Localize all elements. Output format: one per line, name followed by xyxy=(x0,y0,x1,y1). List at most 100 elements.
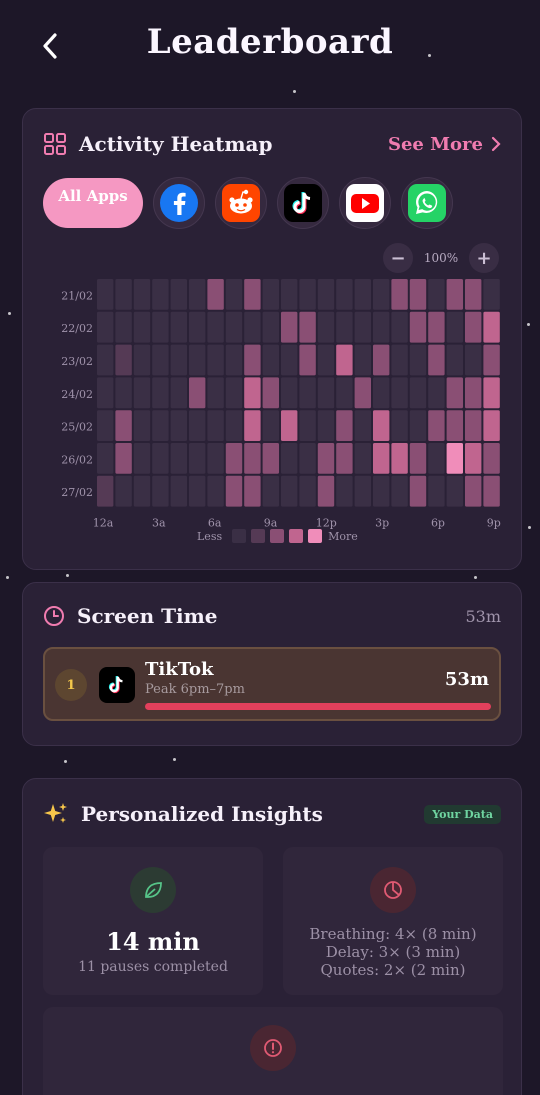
all-apps-chip[interactable]: All Apps xyxy=(43,178,143,228)
heatmap-cell[interactable] xyxy=(152,377,169,409)
heatmap-cell[interactable] xyxy=(391,410,408,441)
heatmap-cell[interactable] xyxy=(189,410,206,441)
heatmap-cell[interactable] xyxy=(281,377,298,409)
heatmap-cell[interactable] xyxy=(97,475,114,507)
heatmap-cell[interactable] xyxy=(409,311,427,343)
heatmap-cell[interactable] xyxy=(207,311,224,343)
heatmap-cell[interactable] xyxy=(189,443,206,474)
heatmap-cell[interactable] xyxy=(391,344,408,376)
heatmap-cell[interactable] xyxy=(152,279,169,310)
heatmap-cell[interactable] xyxy=(354,344,371,376)
heatmap-cell[interactable] xyxy=(409,410,427,441)
heatmap-cell[interactable] xyxy=(225,344,243,376)
heatmap-cell[interactable] xyxy=(391,443,408,474)
heatmap-cell[interactable] xyxy=(281,311,298,343)
heatmap-cell[interactable] xyxy=(317,344,335,376)
heatmap-cell[interactable] xyxy=(133,344,151,376)
heatmap-cell[interactable] xyxy=(262,443,279,474)
heatmap-cell[interactable] xyxy=(170,443,187,474)
heatmap-cell[interactable] xyxy=(483,311,500,343)
heatmap-cell[interactable] xyxy=(189,279,206,310)
heatmap-cell[interactable] xyxy=(409,344,427,376)
heatmap-cell[interactable] xyxy=(115,311,132,343)
heatmap-cell[interactable] xyxy=(354,475,371,507)
heatmap-cell[interactable] xyxy=(152,410,169,441)
heatmap-cell[interactable] xyxy=(317,279,335,310)
heatmap-cell[interactable] xyxy=(97,279,114,310)
heatmap-cell[interactable] xyxy=(317,443,335,474)
heatmap-cell[interactable] xyxy=(428,410,445,441)
heatmap-cell[interactable] xyxy=(336,443,353,474)
heatmap-cell[interactable] xyxy=(373,279,390,310)
heatmap-cell[interactable] xyxy=(262,344,279,376)
heatmap-cell[interactable] xyxy=(189,344,206,376)
heatmap-cell[interactable] xyxy=(483,377,500,409)
heatmap-cell[interactable] xyxy=(225,475,243,507)
heatmap-cell[interactable] xyxy=(244,344,261,376)
heatmap-cell[interactable] xyxy=(207,377,224,409)
heatmap-cell[interactable] xyxy=(354,279,371,310)
heatmap-cell[interactable] xyxy=(391,377,408,409)
heatmap-cell[interactable] xyxy=(446,443,463,474)
heatmap-cell[interactable] xyxy=(299,410,316,441)
heatmap-cell[interactable] xyxy=(483,410,500,441)
youtube-filter-button[interactable] xyxy=(339,177,391,229)
heatmap-cell[interactable] xyxy=(354,410,371,441)
heatmap-cell[interactable] xyxy=(428,344,445,376)
heatmap-cell[interactable] xyxy=(446,279,463,310)
heatmap-cell[interactable] xyxy=(244,279,261,310)
whatsapp-filter-button[interactable] xyxy=(401,177,453,229)
heatmap-cell[interactable] xyxy=(97,377,114,409)
heatmap-cell[interactable] xyxy=(97,344,114,376)
heatmap-cell[interactable] xyxy=(373,475,390,507)
heatmap-cell[interactable] xyxy=(373,377,390,409)
heatmap-cell[interactable] xyxy=(133,475,151,507)
see-more-link[interactable]: See More xyxy=(388,134,501,155)
heatmap-cell[interactable] xyxy=(336,410,353,441)
screen-time-entry[interactable]: 1 TikTok Peak 6pm–7pm 53m xyxy=(43,647,501,721)
heatmap-cell[interactable] xyxy=(373,410,390,441)
heatmap-cell[interactable] xyxy=(225,311,243,343)
heatmap-cell[interactable] xyxy=(446,410,463,441)
heatmap-cell[interactable] xyxy=(262,410,279,441)
heatmap-cell[interactable] xyxy=(189,475,206,507)
heatmap-cell[interactable] xyxy=(428,377,445,409)
heatmap-cell[interactable] xyxy=(409,377,427,409)
heatmap-cell[interactable] xyxy=(483,279,500,310)
heatmap-cell[interactable] xyxy=(115,443,132,474)
heatmap-cell[interactable] xyxy=(262,279,279,310)
heatmap-cell[interactable] xyxy=(170,279,187,310)
heatmap-cell[interactable] xyxy=(244,377,261,409)
heatmap-cell[interactable] xyxy=(299,377,316,409)
reddit-filter-button[interactable] xyxy=(215,177,267,229)
heatmap-cell[interactable] xyxy=(465,443,482,474)
heatmap-cell[interactable] xyxy=(262,377,279,409)
heatmap-cell[interactable] xyxy=(391,311,408,343)
heatmap-cell[interactable] xyxy=(189,377,206,409)
heatmap-cell[interactable] xyxy=(299,279,316,310)
heatmap-cell[interactable] xyxy=(354,311,371,343)
heatmap-cell[interactable] xyxy=(336,279,353,310)
heatmap-cell[interactable] xyxy=(373,443,390,474)
heatmap-cell[interactable] xyxy=(225,279,243,310)
heatmap-cell[interactable] xyxy=(170,344,187,376)
heatmap-cell[interactable] xyxy=(133,311,151,343)
heatmap-cell[interactable] xyxy=(207,410,224,441)
heatmap-cell[interactable] xyxy=(446,344,463,376)
heatmap-cell[interactable] xyxy=(446,475,463,507)
heatmap-cell[interactable] xyxy=(115,344,132,376)
heatmap-cell[interactable] xyxy=(409,475,427,507)
heatmap-cell[interactable] xyxy=(299,311,316,343)
heatmap-cell[interactable] xyxy=(354,377,371,409)
heatmap-cell[interactable] xyxy=(152,311,169,343)
heatmap-cell[interactable] xyxy=(225,377,243,409)
tiktok-filter-button[interactable] xyxy=(277,177,329,229)
heatmap-cell[interactable] xyxy=(152,475,169,507)
heatmap-cell[interactable] xyxy=(317,377,335,409)
heatmap-cell[interactable] xyxy=(133,410,151,441)
heatmap-cell[interactable] xyxy=(409,443,427,474)
heatmap-cell[interactable] xyxy=(428,443,445,474)
heatmap-cell[interactable] xyxy=(373,311,390,343)
heatmap-cell[interactable] xyxy=(170,377,187,409)
heatmap-cell[interactable] xyxy=(170,311,187,343)
